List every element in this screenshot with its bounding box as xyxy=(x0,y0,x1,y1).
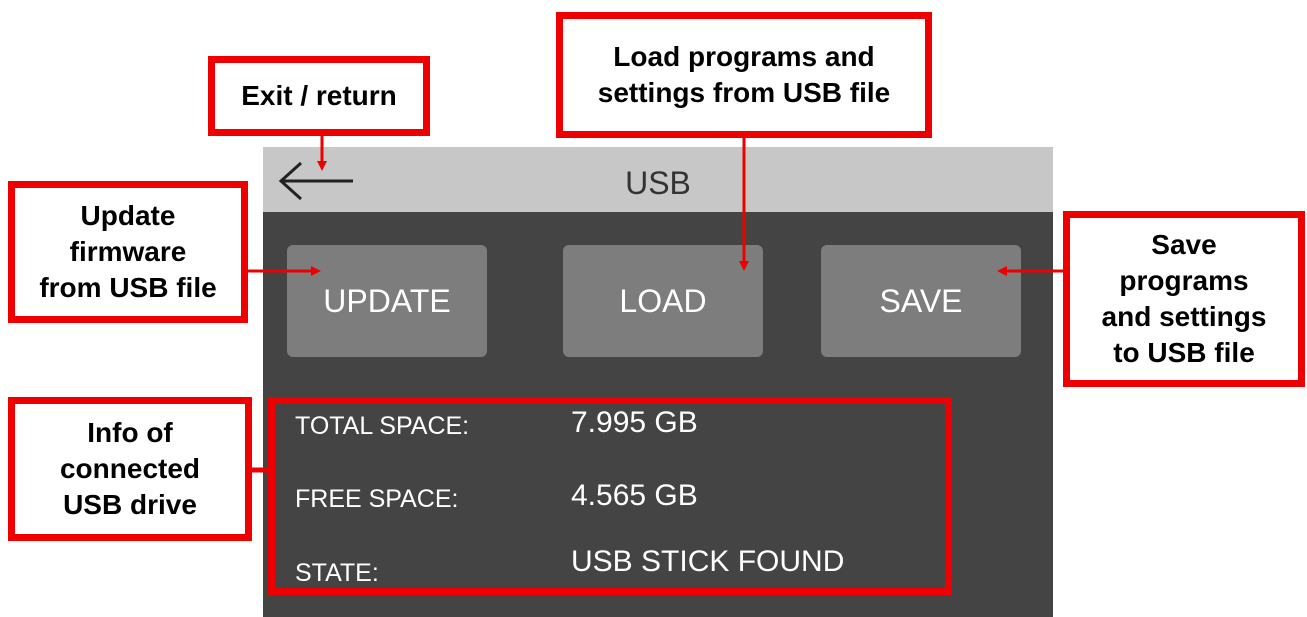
back-button[interactable] xyxy=(277,159,357,203)
callout-load: Load programs and settings from USB file xyxy=(556,12,932,138)
info-highlight-box xyxy=(268,397,952,595)
left-arrow-icon xyxy=(278,161,353,201)
title-bar: USB xyxy=(263,147,1053,212)
callout-save: Save programs and settings to USB file xyxy=(1063,211,1305,387)
update-button[interactable]: UPDATE xyxy=(287,245,487,357)
load-button[interactable]: LOAD xyxy=(563,245,763,357)
page-title: USB xyxy=(625,165,691,201)
save-button[interactable]: SAVE xyxy=(821,245,1021,357)
callout-update: Update firmware from USB file xyxy=(8,181,248,323)
callout-info: Info of connected USB drive xyxy=(8,397,252,541)
callout-exit: Exit / return xyxy=(208,56,430,136)
